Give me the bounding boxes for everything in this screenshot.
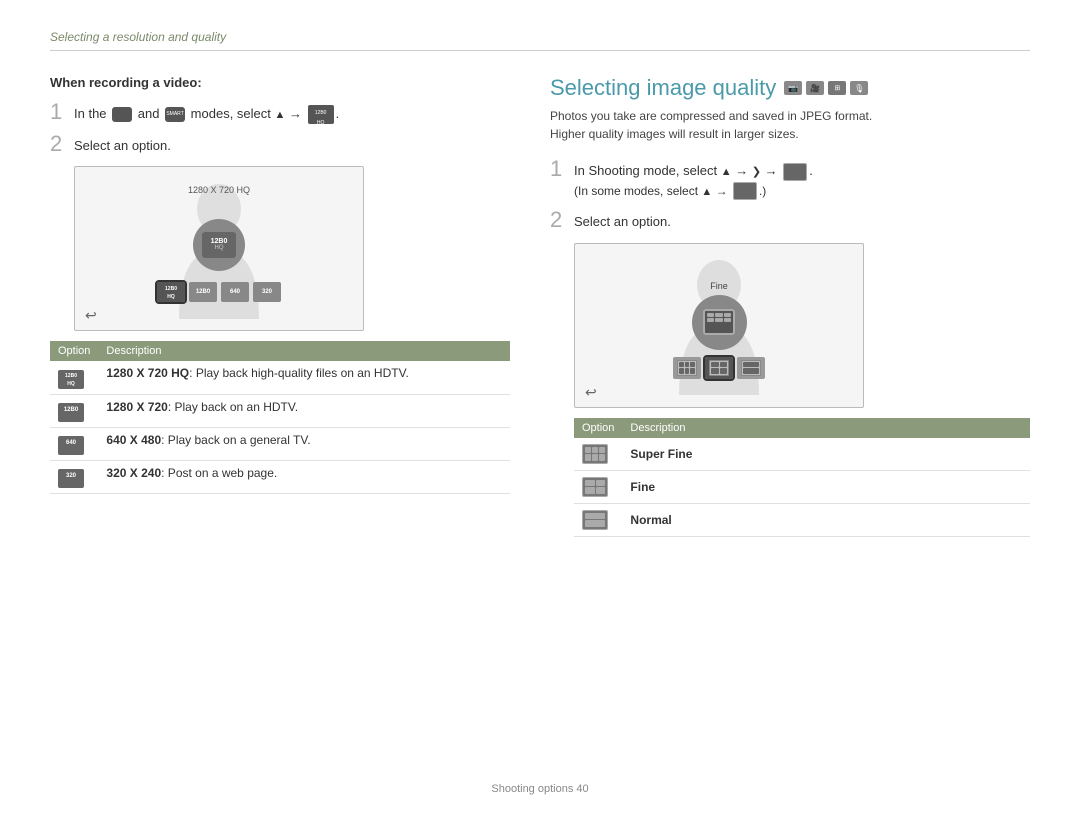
right-step-2: 2 Select an option. <box>550 208 1030 232</box>
left-step-2: 2 Select an option. <box>50 132 510 156</box>
quality-desc-f: Fine <box>622 470 1030 503</box>
left-step-2-text: Select an option. <box>74 132 171 156</box>
section-desc: Photos you take are compressed and saved… <box>550 107 1030 143</box>
table-row: Super Fine <box>574 438 1030 471</box>
table-icon-1280hq: 12B0HQ <box>58 370 84 389</box>
back-icon[interactable]: ↩ <box>85 307 97 324</box>
camera-icon: 📷 <box>784 81 802 95</box>
quality-icon-sf <box>582 444 608 464</box>
right-step-1-num: 1 <box>550 157 568 181</box>
left-column: When recording a video: 1 In the and SMA… <box>50 75 510 537</box>
title-icons: 📷 🎥 ⊞ 🎙 <box>784 81 868 95</box>
quality-table-header-desc: Description <box>622 418 1030 438</box>
section-title: Selecting image quality 📷 🎥 ⊞ 🎙 <box>550 75 1030 101</box>
res-icon-640[interactable]: 640 <box>221 282 249 302</box>
table-row: 640 640 X 480: Play back on a general TV… <box>50 428 510 461</box>
mic-icon: 🎙 <box>850 81 868 95</box>
right-step-1: 1 In Shooting mode, select ▲ → ❯ → . (In… <box>550 157 1030 200</box>
video-icon: 🎥 <box>806 81 824 95</box>
right-step-1-text: In Shooting mode, select ▲ → ❯ → . (In s… <box>574 157 813 200</box>
q-icon-fine[interactable] <box>705 357 733 379</box>
left-step-1-num: 1 <box>50 100 68 124</box>
table-row: 320 320 X 240: Post on a web page. <box>50 461 510 494</box>
top-divider <box>50 50 1030 51</box>
when-recording-label: When recording a video: <box>50 75 510 90</box>
table-row: Normal <box>574 503 1030 536</box>
quality-icons-row <box>673 357 765 379</box>
left-step-1-text: In the and SMART modes, select ▲ → 12B0H… <box>74 100 339 124</box>
q-icon-cell-sf <box>574 438 622 471</box>
quality-screen-mockup: Fine <box>574 243 864 408</box>
table-row: 12B0HQ 1280 X 720 HQ: Play back high-qua… <box>50 361 510 395</box>
q-icon-normal[interactable] <box>737 357 765 379</box>
desc-cell: 640 X 480: Play back on a general TV. <box>98 428 510 461</box>
icon-cell: 12B0HQ <box>50 361 98 395</box>
fine-label: Fine <box>710 281 728 291</box>
table-icon-1280: 12B0 <box>58 403 84 422</box>
resolution-icons-row: 12B0HQ 12B0 640 320 <box>157 282 281 302</box>
icon-cell: 640 <box>50 428 98 461</box>
quality-icon-f <box>582 477 608 497</box>
right-step-2-text: Select an option. <box>574 208 671 232</box>
desc-cell: 1280 X 720 HQ: Play back high-quality fi… <box>98 361 510 395</box>
res-icon-1280hq[interactable]: 12B0HQ <box>157 282 185 302</box>
icon-cell: 320 <box>50 461 98 494</box>
quality-icon-n <box>582 510 608 530</box>
desc-cell: 1280 X 720: Play back on an HDTV. <box>98 395 510 428</box>
page-footer: Shooting options 40 <box>50 783 1030 795</box>
fine-circle-container: Fine <box>692 281 747 360</box>
table-header-description: Description <box>98 341 510 361</box>
desc-cell: 320 X 240: Post on a web page. <box>98 461 510 494</box>
left-step-2-num: 2 <box>50 132 68 156</box>
desc-line1: Photos you take are compressed and saved… <box>550 109 872 123</box>
big-res-icon: 12B0 HQ <box>193 219 245 271</box>
right-step-2-num: 2 <box>550 208 568 232</box>
quality-table-header-option: Option <box>574 418 622 438</box>
big-res-icon-inner: 12B0 HQ <box>202 232 236 258</box>
table-row: 12B0 1280 X 720: Play back on an HDTV. <box>50 395 510 428</box>
q-icon-superfine[interactable] <box>673 357 701 379</box>
breadcrumb: Selecting a resolution and quality <box>50 30 1030 44</box>
quality-desc-sf: Super Fine <box>622 438 1030 471</box>
fine-icon-inner <box>703 309 735 335</box>
table-row: Fine <box>574 470 1030 503</box>
burst-icon: ⊞ <box>828 81 846 95</box>
big-icon-line2: HQ <box>215 245 224 251</box>
q-icon-cell-n <box>574 503 622 536</box>
section-title-text: Selecting image quality <box>550 75 776 101</box>
quality-desc-n: Normal <box>622 503 1030 536</box>
right-column: Selecting image quality 📷 🎥 ⊞ 🎙 Photos y… <box>550 75 1030 537</box>
two-column-layout: When recording a video: 1 In the and SMA… <box>50 75 1030 537</box>
big-icon-line1: 12B0 <box>211 238 228 245</box>
table-icon-320: 320 <box>58 469 84 488</box>
fine-icon-circle <box>692 295 747 350</box>
icon-cell: 12B0 <box>50 395 98 428</box>
page-container: Selecting a resolution and quality When … <box>0 0 1080 815</box>
quality-back-icon[interactable]: ↩ <box>585 384 597 401</box>
resolution-label: 1280 X 720 HQ <box>188 185 250 195</box>
q-icon-cell-f <box>574 470 622 503</box>
desc-line2: Higher quality images will result in lar… <box>550 127 799 141</box>
quality-options-table: Option Description <box>574 418 1030 537</box>
left-step-1: 1 In the and SMART modes, select ▲ → 12B… <box>50 100 510 124</box>
video-options-table: Option Description 12B0HQ 1280 X 720 HQ:… <box>50 341 510 494</box>
table-header-option: Option <box>50 341 98 361</box>
res-icon-320[interactable]: 320 <box>253 282 281 302</box>
table-icon-640: 640 <box>58 436 84 455</box>
fine-icon-grid <box>707 313 731 322</box>
video-screen-mockup: 1280 X 720 HQ 12B0 HQ 12B0HQ 12B0 640 32… <box>74 166 364 331</box>
res-icon-1280[interactable]: 12B0 <box>189 282 217 302</box>
